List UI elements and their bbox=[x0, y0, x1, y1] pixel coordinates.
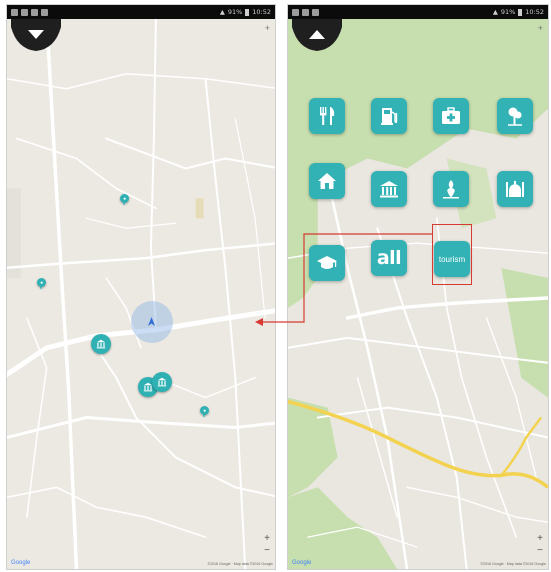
mosque-icon bbox=[506, 181, 524, 197]
category-gas-station-button[interactable] bbox=[371, 98, 407, 134]
notification-icon bbox=[302, 8, 309, 16]
status-indicators: ▲ 91% 10:52 bbox=[220, 8, 271, 16]
notification-icon bbox=[21, 8, 28, 16]
tourism-highlight-box bbox=[432, 224, 472, 285]
category-mosque-button[interactable] bbox=[497, 171, 533, 207]
house-icon bbox=[318, 173, 336, 189]
category-all-label: all bbox=[376, 247, 402, 269]
signal-icon: ▲ bbox=[492, 8, 498, 16]
tree-icon bbox=[508, 107, 522, 126]
category-hospital-button[interactable] bbox=[433, 98, 469, 134]
menu-drawer-tab[interactable] bbox=[292, 19, 342, 53]
category-menu: all tourism bbox=[0, 0, 551, 572]
museum-icon bbox=[380, 181, 398, 198]
notification-icons bbox=[11, 8, 48, 16]
notification-icon bbox=[31, 8, 38, 16]
notification-icon bbox=[41, 8, 48, 16]
medical-kit-icon bbox=[442, 107, 460, 124]
battery-icon bbox=[245, 8, 250, 16]
category-education-button[interactable] bbox=[309, 245, 345, 281]
notification-icon bbox=[312, 8, 319, 16]
category-shopping-button[interactable] bbox=[433, 171, 469, 207]
notification-icon bbox=[11, 8, 18, 16]
category-all-button[interactable]: all bbox=[371, 240, 407, 276]
shopping-icon bbox=[443, 180, 459, 199]
status-time: 10:52 bbox=[525, 8, 544, 16]
category-park-button[interactable] bbox=[497, 98, 533, 134]
fuel-pump-icon bbox=[381, 108, 398, 125]
battery-icon bbox=[518, 8, 523, 16]
status-indicators: ▲ 91% 10:52 bbox=[493, 8, 544, 16]
category-restaurant-button[interactable] bbox=[309, 98, 345, 134]
graduation-cap-icon bbox=[317, 256, 337, 269]
battery-percent: 91% bbox=[227, 8, 243, 16]
signal-icon: ▲ bbox=[219, 8, 225, 16]
status-bar: ▲ 91% 10:52 bbox=[288, 5, 548, 19]
status-time: 10:52 bbox=[252, 8, 271, 16]
category-museum-button[interactable] bbox=[371, 171, 407, 207]
battery-percent: 91% bbox=[500, 8, 516, 16]
fork-knife-icon bbox=[320, 107, 335, 125]
menu-drawer-tab[interactable] bbox=[11, 19, 61, 53]
category-hotel-button[interactable] bbox=[309, 163, 345, 199]
status-bar: ▲ 91% 10:52 bbox=[7, 5, 275, 19]
notification-icons bbox=[292, 8, 319, 16]
notification-icon bbox=[292, 8, 299, 16]
